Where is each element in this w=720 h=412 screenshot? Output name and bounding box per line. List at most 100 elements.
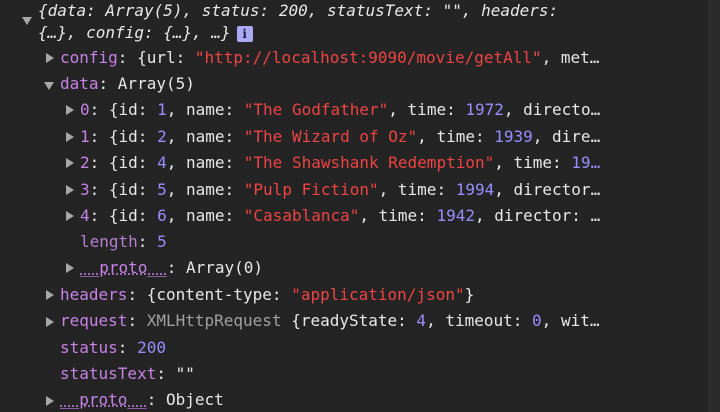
property-length: length: 5	[80, 229, 167, 255]
expand-arrow-item[interactable]	[66, 185, 74, 195]
headers-open: : {content-type:	[127, 285, 292, 304]
length-value: 5	[157, 232, 167, 251]
item-id: 5	[157, 180, 167, 199]
headers-key: headers	[60, 285, 128, 304]
summary-text-2: {…}, config: {…}, …}	[38, 23, 231, 42]
request-open: {readyState:	[281, 311, 417, 330]
item-index: 1	[80, 127, 90, 146]
item-time: 1994	[455, 180, 495, 199]
item-index: 0	[80, 100, 90, 119]
expand-arrow-request[interactable]	[46, 317, 54, 327]
data-item-row[interactable]: 1: {id: 2, name: "The Wizard of Oz", tim…	[80, 124, 680, 150]
item-name-label: , name:	[166, 127, 244, 146]
request-mid: , timeout:	[426, 311, 533, 330]
item-time-label: , time:	[378, 180, 456, 199]
expand-arrow-item[interactable]	[66, 158, 74, 168]
property-data[interactable]: data: Array(5)	[60, 71, 195, 97]
config-key: config	[60, 48, 118, 67]
collapse-arrow-data[interactable]	[44, 82, 54, 90]
console-output: {data: Array(5), status: 200, statusText…	[0, 0, 708, 412]
length-key: length	[80, 232, 138, 251]
request-colon: :	[127, 311, 147, 330]
status-colon: :	[117, 338, 138, 357]
expand-arrow-root-proto[interactable]	[46, 396, 54, 406]
expand-arrow-config[interactable]	[46, 53, 54, 63]
item-id: 1	[157, 100, 167, 119]
object-summary-line-2[interactable]: {…}, config: {…}, …} i	[38, 20, 253, 46]
request-timeout: 0	[532, 311, 542, 330]
data-item-row[interactable]: 3: {id: 5, name: "Pulp Fiction", time: 1…	[80, 177, 680, 203]
item-id: 2	[157, 127, 167, 146]
item-name-label: , name:	[166, 153, 244, 172]
expand-arrow-item[interactable]	[66, 105, 74, 115]
item-tail: , dire…	[532, 127, 601, 146]
item-id: 6	[157, 206, 167, 225]
item-time: 1939	[494, 127, 533, 146]
item-name: "The Wizard of Oz"	[243, 127, 418, 146]
data-value: : Array(5)	[98, 74, 195, 93]
expand-arrow-headers[interactable]	[46, 290, 54, 300]
status-text-key: statusText	[60, 364, 157, 383]
data-item-row[interactable]: 2: {id: 4, name: "The Shawshank Redempti…	[80, 150, 680, 176]
status-text-colon: :	[156, 364, 176, 383]
vertical-scrollbar[interactable]	[708, 0, 720, 412]
property-status: status: 200	[60, 335, 166, 361]
data-key: data	[60, 74, 99, 93]
property-status-text: statusText: ""	[60, 361, 195, 387]
item-time: 1942	[436, 206, 475, 225]
item-id: 4	[157, 153, 167, 172]
item-time-label: , time:	[359, 206, 437, 225]
status-value: 200	[137, 338, 166, 357]
item-index: 3	[80, 180, 90, 199]
item-tail: , director: …	[474, 206, 601, 225]
collapse-arrow-root[interactable]	[22, 17, 32, 25]
property-root-proto[interactable]: __proto__: Object	[60, 387, 224, 412]
item-name: "The Godfather"	[243, 100, 389, 119]
length-colon: :	[137, 232, 158, 251]
item-index: 4	[80, 206, 90, 225]
data-item-row[interactable]: 0: {id: 1, name: "The Godfather", time: …	[80, 97, 680, 123]
request-ready-state: 4	[416, 311, 427, 330]
item-open: : {id:	[89, 100, 158, 119]
expand-arrow-item[interactable]	[66, 132, 74, 142]
item-name: "The Shawshank Redemption"	[243, 153, 495, 172]
config-rest: , met…	[541, 48, 600, 67]
item-time: 1972	[465, 100, 504, 119]
property-config[interactable]: config: {url: "http://localhost:9090/mov…	[60, 45, 680, 71]
status-text-value: ""	[175, 364, 195, 383]
property-request[interactable]: request: XMLHttpRequest {readyState: 4, …	[60, 308, 680, 334]
item-time-label: , time:	[494, 153, 572, 172]
item-open: : {id:	[89, 180, 158, 199]
item-time-label: , time:	[417, 127, 495, 146]
item-open: : {id:	[89, 206, 158, 225]
property-data-proto[interactable]: __proto__: Array(0)	[80, 255, 263, 281]
item-tail: , directo…	[503, 100, 601, 119]
item-open: : {id:	[89, 153, 158, 172]
item-name-label: , name:	[166, 100, 244, 119]
data-proto-value: : Array(0)	[166, 258, 264, 277]
root-proto-value: : Object	[146, 390, 224, 409]
request-key: request	[60, 311, 128, 330]
item-name: "Casablanca"	[243, 206, 360, 225]
headers-close: }	[464, 285, 475, 304]
info-icon[interactable]: i	[236, 25, 253, 42]
item-name-label: , name:	[166, 180, 244, 199]
request-rest: , wit…	[541, 311, 600, 330]
root-proto-key: __proto__	[60, 390, 147, 409]
item-index: 2	[80, 153, 90, 172]
data-proto-key: __proto__	[80, 258, 167, 277]
config-url: "http://localhost:9090/movie/getAll"	[194, 48, 542, 67]
property-headers[interactable]: headers: {content-type: "application/jso…	[60, 282, 474, 308]
item-time: 19…	[571, 153, 601, 172]
item-time-label: , time:	[388, 100, 466, 119]
summary-text-1: {data: Array(5), status: 200, statusText…	[38, 1, 559, 20]
expand-arrow-data-proto[interactable]	[66, 263, 74, 273]
headers-content-type: "application/json"	[291, 285, 465, 304]
item-name: "Pulp Fiction"	[243, 180, 379, 199]
request-type: XMLHttpRequest	[146, 311, 282, 330]
item-name-label: , name:	[166, 206, 244, 225]
expand-arrow-item[interactable]	[66, 211, 74, 221]
status-key: status	[60, 338, 118, 357]
data-item-row[interactable]: 4: {id: 6, name: "Casablanca", time: 194…	[80, 203, 680, 229]
config-open: : {url:	[117, 48, 195, 67]
